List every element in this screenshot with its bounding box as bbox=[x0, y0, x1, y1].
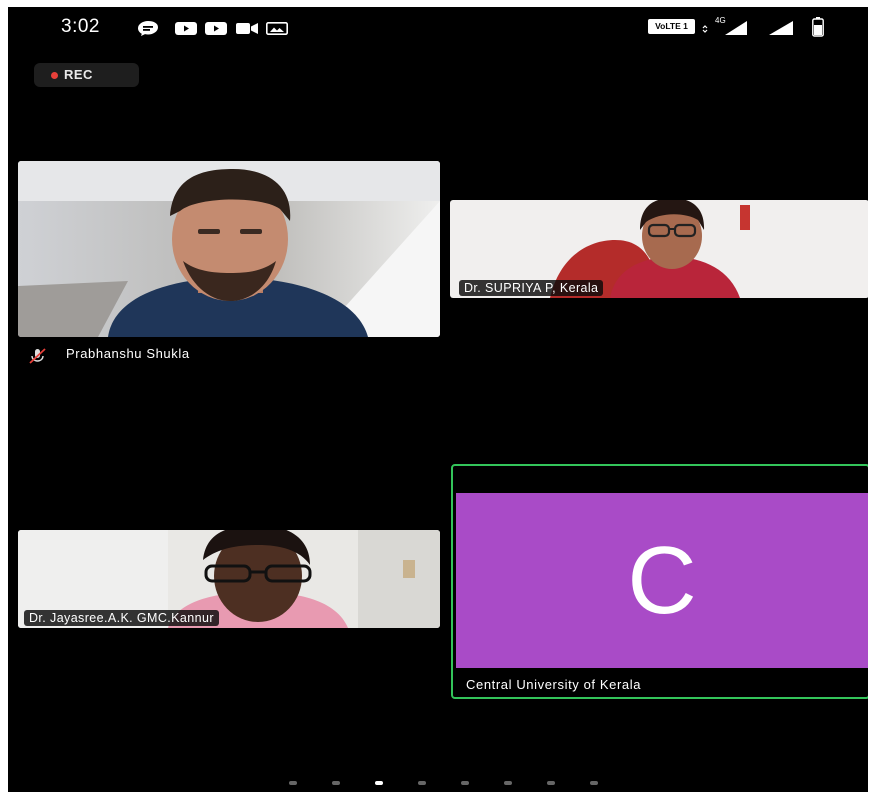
participant-video-tile[interactable]: Dr. SUPRIYA P, Kerala bbox=[450, 200, 868, 298]
page-dot[interactable] bbox=[418, 781, 426, 785]
participant-video-feed bbox=[18, 161, 440, 337]
recording-dot-icon bbox=[51, 72, 58, 79]
status-time: 3:02 bbox=[61, 16, 100, 37]
video-camera-icon bbox=[236, 23, 258, 34]
participant-name: Central University of Kerala bbox=[466, 677, 642, 692]
signal-icon bbox=[702, 21, 747, 35]
battery-icon bbox=[812, 17, 824, 37]
page-dot[interactable] bbox=[504, 781, 512, 785]
participant-name-tag: Dr. Jayasree.A.K. GMC.Kannur bbox=[24, 610, 219, 626]
page-dot[interactable] bbox=[332, 781, 340, 785]
mic-muted-icon bbox=[29, 348, 46, 364]
participant-video-tile[interactable] bbox=[18, 161, 440, 337]
gallery-icon bbox=[266, 22, 288, 35]
volte-label: VoLTE 1 bbox=[655, 21, 688, 31]
participant-name-tag: Dr. SUPRIYA P, Kerala bbox=[459, 280, 604, 296]
meeting-screen: 3:02 VoLTE 1 4G REC Prabhanshu Shukla Dr… bbox=[8, 7, 868, 792]
recording-indicator: REC bbox=[34, 63, 139, 87]
page-dot[interactable] bbox=[590, 781, 598, 785]
active-speaker-tile[interactable]: C Central University of Kerala bbox=[451, 464, 868, 699]
page-dot-active[interactable] bbox=[375, 781, 383, 785]
page-dot[interactable] bbox=[289, 781, 297, 785]
participant-name: Prabhanshu Shukla bbox=[66, 346, 190, 361]
recording-label: REC bbox=[64, 67, 93, 82]
signal-icon bbox=[769, 21, 793, 35]
participant-video-tile[interactable]: Dr. Jayasree.A.K. GMC.Kannur bbox=[18, 530, 440, 628]
participant-avatar-initial: C bbox=[627, 527, 697, 634]
page-dot[interactable] bbox=[461, 781, 469, 785]
youtube-icon bbox=[175, 22, 197, 35]
page-dot[interactable] bbox=[547, 781, 555, 785]
youtube-icon bbox=[205, 22, 227, 35]
chat-bubble-icon bbox=[138, 21, 158, 36]
